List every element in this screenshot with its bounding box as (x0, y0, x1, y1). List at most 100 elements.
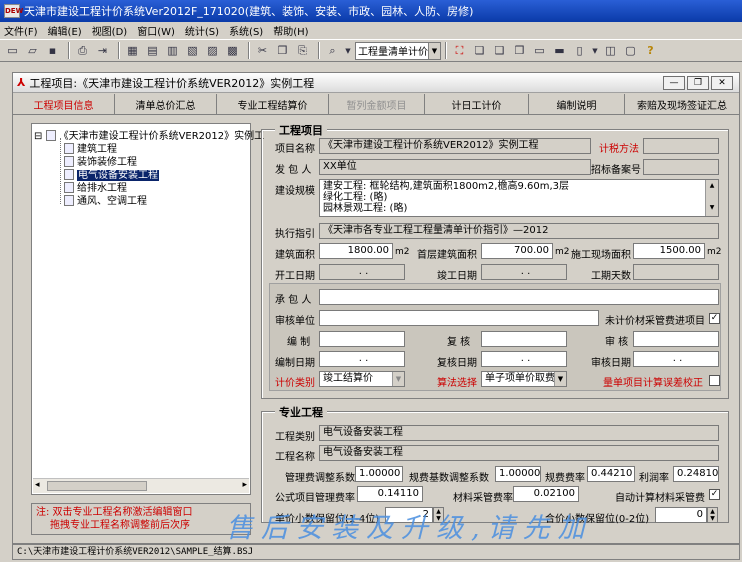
scrollbar-thumb[interactable] (47, 481, 147, 491)
new-file-icon[interactable]: ▭ (4, 42, 21, 59)
material-rate-label: 材料采管费率 (453, 493, 513, 504)
owner-field[interactable]: XX单位 (319, 159, 591, 175)
window-stack-icon[interactable]: ▬ (551, 42, 568, 59)
specialty-name-field[interactable]: 电气设备安装工程 (319, 445, 719, 461)
auto-material-checkbox[interactable]: ✓ (709, 489, 720, 500)
approve-date-field[interactable]: . . (633, 351, 719, 367)
formula-mgmt-field[interactable]: 0.14110 (357, 486, 423, 502)
error-correction-label: 量单项目计算误差校正 (603, 378, 703, 389)
first-floor-field[interactable]: 700.00 (481, 243, 553, 259)
paste-icon[interactable]: ⎘ (294, 42, 311, 59)
error-correction-checkbox[interactable] (709, 375, 720, 386)
print-icon[interactable]: ⎙ (74, 42, 91, 59)
profit-rate-field[interactable]: 0.24810 (673, 466, 719, 482)
specialty-group-title: 专业工程 (275, 404, 327, 420)
tab-specialty-settlement[interactable]: 专业工程结算价 (217, 94, 329, 114)
close-icon[interactable]: ✕ (711, 76, 733, 90)
total-decimals-spinner[interactable]: ▲ ▼ (707, 507, 718, 523)
tree-horizontal-scrollbar[interactable]: ◂ ▸ (33, 478, 249, 493)
menu-view[interactable]: 视图(D) (92, 23, 128, 38)
fee-base-field[interactable]: 1.00000 (495, 466, 541, 482)
fit-screen-icon[interactable]: ⛶ (451, 42, 468, 59)
save-icon[interactable]: ▪ (44, 42, 61, 59)
algorithm-select[interactable]: 单子项单价取费法 ▼ (481, 371, 567, 387)
scroll-up-icon[interactable]: ▲ (706, 180, 718, 192)
menu-system[interactable]: 系统(S) (229, 23, 263, 38)
tree-view-icon[interactable]: ▦ (124, 42, 141, 59)
scroll-left-icon[interactable]: ◂ (35, 480, 40, 490)
pricing-mode-select[interactable]: 工程量清单计价 ▼ (355, 41, 441, 60)
chart-icon[interactable]: ◫ (602, 42, 619, 59)
export-icon[interactable]: ⇥ (94, 42, 111, 59)
collapse-icon[interactable]: ⊟ (34, 131, 42, 142)
calculator-icon[interactable]: ▧ (184, 42, 201, 59)
menu-help[interactable]: 帮助(H) (273, 23, 308, 38)
scale-textarea[interactable]: 建安工程: 框轮结构,建筑面积1800m2,檐高9.60m,3层 绿化工程: (… (319, 179, 719, 217)
chevron-down-icon[interactable]: ▼ (554, 372, 566, 386)
site-area-field[interactable]: 1500.00 (633, 243, 705, 259)
area-field[interactable]: 1800.00 (319, 243, 393, 259)
mgmt-factor-field[interactable]: 1.00000 (355, 466, 403, 482)
window-menu-icon[interactable]: ▯ (571, 42, 588, 59)
tab-claims-summary[interactable]: 索赔及现场签证汇总 (625, 94, 739, 114)
scroll-right-icon[interactable]: ▸ (242, 480, 247, 490)
project-name-field[interactable]: 《天津市建设工程计价系统VER2012》实例工程 (319, 138, 591, 154)
textarea-scrollbar[interactable]: ▲ ▼ (705, 180, 718, 216)
tab-project-info[interactable]: 工程项目信息 (13, 94, 115, 114)
window-tile-icon[interactable]: ❏ (471, 42, 488, 59)
chevron-down-icon[interactable]: ▼ (392, 372, 404, 386)
window-arrange-icon[interactable]: ❒ (511, 42, 528, 59)
tree-item[interactable]: 通风、空调工程 (64, 192, 147, 207)
start-date-field[interactable]: . . (319, 264, 405, 280)
material-fee-checkbox[interactable]: ✓ (709, 313, 720, 324)
project-tree[interactable]: ⊟ 《天津市建设工程计价系统VER2012》实例工 建筑工程 装饰装修工程 电气… (31, 123, 264, 495)
guide-field[interactable]: 《天津市各专业工程工程量清单计价指引》—2012 (319, 223, 719, 239)
tax-method-field[interactable] (643, 138, 719, 154)
duration-field[interactable] (633, 264, 719, 280)
status-file-path: C:\天津市建设工程计价系统VER2012\SAMPLE_结算.BSJ (17, 547, 254, 557)
chevron-down-icon[interactable]: ▼ (428, 42, 440, 59)
approver-field[interactable] (633, 331, 719, 347)
menu-statistics[interactable]: 统计(S) (185, 23, 219, 38)
minimize-icon[interactable]: — (663, 76, 685, 90)
audit-unit-field[interactable] (319, 310, 599, 326)
window-list-icon[interactable]: ▭ (531, 42, 548, 59)
tab-daywork[interactable]: 计日工计价 (425, 94, 529, 114)
dropdown-arrow-icon[interactable]: ▼ (344, 42, 352, 59)
layout-icon[interactable]: ▥ (164, 42, 181, 59)
review-date-field[interactable]: . . (481, 351, 567, 367)
document-icon[interactable]: ▢ (622, 42, 639, 59)
compile-date-field[interactable]: . . (319, 351, 405, 367)
window-cascade-icon[interactable]: ❑ (491, 42, 508, 59)
menu-window[interactable]: 窗口(W) (137, 23, 175, 38)
material-rate-field[interactable]: 0.02100 (513, 486, 579, 502)
tab-bill-summary[interactable]: 清单总价汇总 (115, 94, 217, 114)
find-icon[interactable]: ⌕ (324, 42, 341, 59)
tax-method-label: 计税方法 (599, 144, 639, 155)
compiler-field[interactable] (319, 331, 405, 347)
restore-icon[interactable]: ❐ (687, 76, 709, 90)
help-icon[interactable]: ? (642, 42, 659, 59)
total-decimals-field[interactable]: 0 (655, 507, 707, 523)
dropdown-arrow-icon[interactable]: ▼ (591, 42, 599, 59)
menu-file[interactable]: 文件(F) (4, 23, 38, 38)
report-icon[interactable]: ▨ (204, 42, 221, 59)
reviewer-field[interactable] (481, 331, 567, 347)
window-title: 天津市建设工程计价系统Ver2012F_171020(建筑、装饰、安装、市政、园… (24, 5, 474, 18)
fee-rate-field[interactable]: 0.44210 (587, 466, 635, 482)
pricing-type-select[interactable]: 竣工结算价 ▼ (319, 371, 405, 387)
contractor-field[interactable] (319, 289, 719, 305)
site-area-unit: m2 (707, 247, 722, 257)
table-icon[interactable]: ▤ (144, 42, 161, 59)
settings-icon[interactable]: ▩ (224, 42, 241, 59)
open-folder-icon[interactable]: ▱ (24, 42, 41, 59)
bid-number-field[interactable] (643, 159, 719, 175)
toolbar-separator (248, 42, 250, 59)
copy-icon[interactable]: ❐ (274, 42, 291, 59)
finish-date-field[interactable]: . . (481, 264, 567, 280)
specialty-type-field[interactable]: 电气设备安装工程 (319, 425, 719, 441)
scroll-down-icon[interactable]: ▼ (706, 202, 718, 214)
cut-icon[interactable]: ✂ (254, 42, 271, 59)
tab-compilation-notes[interactable]: 编制说明 (529, 94, 625, 114)
menu-edit[interactable]: 编辑(E) (48, 23, 82, 38)
